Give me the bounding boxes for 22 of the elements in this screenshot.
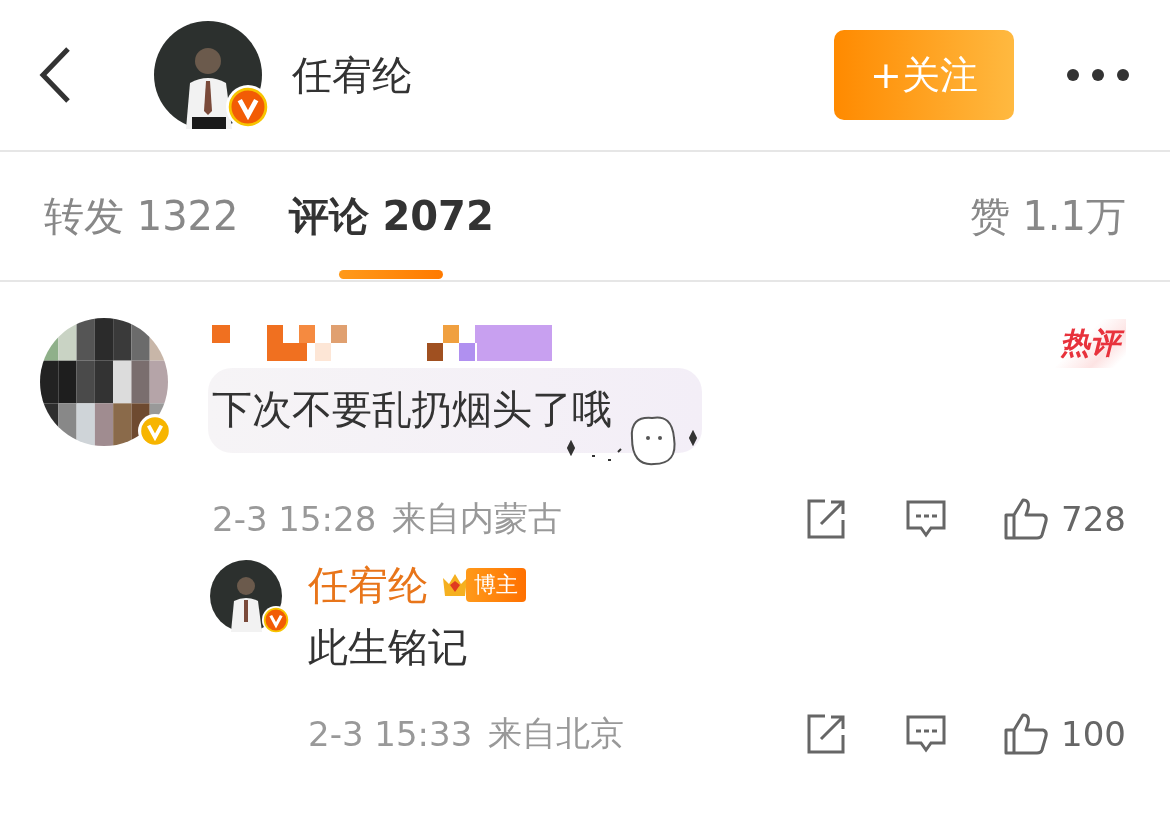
user-name: 任宥纶 [292,50,413,100]
share-icon[interactable] [805,713,848,755]
more-icon[interactable] [1066,68,1130,82]
comment-time: 2-3 15:33 [308,714,473,754]
like-count: 100 [1061,714,1126,754]
comment-time: 2-3 15:28 [212,499,377,539]
comment-location: 来自北京 [488,712,625,755]
like-count: 728 [1061,499,1126,539]
tab[interactable]: 赞 1.1万 [969,178,1126,254]
thumbs-up-icon[interactable] [1003,712,1050,756]
comment-icon[interactable] [905,499,948,539]
follow-button[interactable]: +关注 [834,30,1014,120]
comment-text: 此生铭记 [308,623,468,672]
thumbs-up-icon[interactable] [1003,497,1050,541]
comment-location: 来自内蒙古 [392,497,563,540]
comment-icon[interactable] [905,714,948,754]
user-name: 任宥纶 [308,560,428,610]
tab[interactable]: 评论 2072 [288,178,494,254]
share-icon[interactable] [805,498,848,540]
comment-text: 下次不要乱扔烟头了哦 [208,368,702,453]
back-icon[interactable] [38,45,72,105]
tab[interactable]: 转发 1322 [44,178,239,254]
